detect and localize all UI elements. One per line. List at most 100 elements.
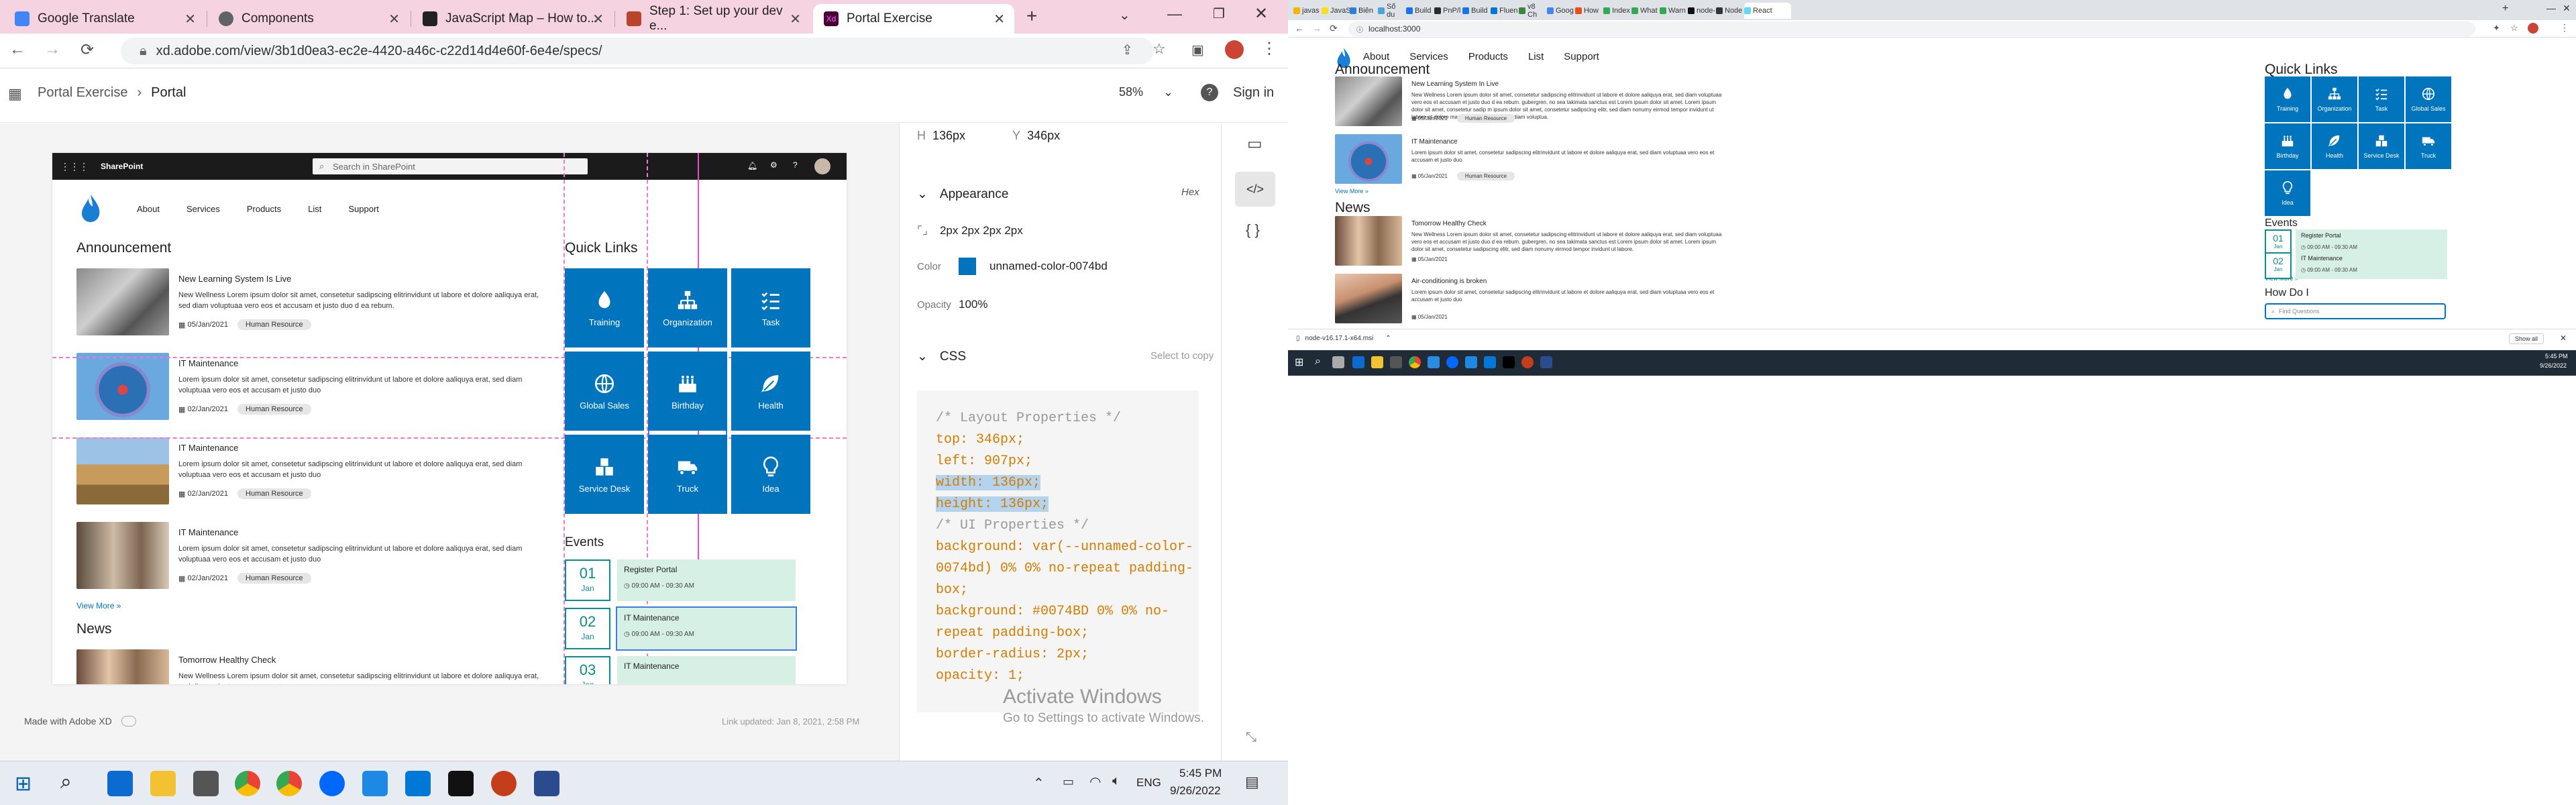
- artboard-portal[interactable]: ⋮⋮⋮ SharePoint ⌕ Search in SharePoint 🔔︎ …: [52, 153, 847, 684]
- tray-chevron-icon[interactable]: ⌃: [1033, 775, 1044, 792]
- zalo-icon[interactable]: [319, 771, 345, 796]
- search-app-icon[interactable]: [1465, 356, 1477, 368]
- announcement-card[interactable]: IT Maintenance Lorem ipsum dolor sit ame…: [1335, 134, 1751, 188]
- browser-tab[interactable]: Số du: [1378, 3, 1405, 19]
- browser-tab[interactable]: Build: [1462, 3, 1489, 19]
- windows-start-icon[interactable]: ⊞: [1295, 356, 1303, 369]
- powerpoint-icon[interactable]: [1521, 356, 1534, 368]
- browser-tab[interactable]: Index: [1603, 3, 1630, 19]
- clock-date[interactable]: 9/26/2022: [1170, 784, 1221, 798]
- quick-link-training[interactable]: Training: [2265, 76, 2310, 122]
- event-title[interactable]: IT Maintenance: [2301, 255, 2343, 262]
- card-tag[interactable]: Human Resource: [237, 488, 311, 499]
- show-all-button[interactable]: Show all: [2509, 333, 2544, 344]
- browser-tab[interactable]: What: [1631, 3, 1658, 19]
- find-questions-input[interactable]: ⌕ Find Questions: [2265, 303, 2446, 319]
- quick-link-truck[interactable]: Truck: [2406, 123, 2451, 169]
- event-item[interactable]: 02 Jan IT Maintenance ◷ 09:00 AM - 09:30 AM: [565, 606, 806, 651]
- quick-link-task[interactable]: Task: [731, 268, 810, 347]
- quick-link-health[interactable]: Health: [731, 352, 810, 431]
- task-view-icon[interactable]: [1332, 356, 1344, 368]
- card-title[interactable]: IT Maintenance: [1411, 138, 1458, 146]
- tab-portal-exercise[interactable]: Xd Portal Exercise ✕: [813, 4, 1014, 34]
- browser-tab[interactable]: Biên: [1350, 3, 1377, 19]
- clock-time[interactable]: 5:45 PM: [2545, 353, 2568, 360]
- photos-icon[interactable]: [1428, 356, 1440, 368]
- resize-handle-icon[interactable]: ⤡: [1246, 730, 1256, 745]
- powershell-icon[interactable]: [1540, 356, 1552, 368]
- news-card[interactable]: Tomorrow Healthy Check New Wellness Lore…: [1335, 216, 1751, 270]
- share-icon[interactable]: ⇪: [1122, 42, 1133, 58]
- search-app-icon[interactable]: [362, 771, 388, 796]
- restore-icon[interactable]: ❐: [1213, 5, 1225, 22]
- profile-avatar[interactable]: [2528, 23, 2538, 34]
- card-tag[interactable]: Human Resource: [237, 404, 311, 415]
- close-tab-icon[interactable]: ✕: [388, 11, 400, 28]
- quick-link-truck[interactable]: Truck: [648, 435, 727, 514]
- event-title[interactable]: Register Portal: [624, 565, 677, 574]
- browser-tab[interactable]: Goog: [1547, 3, 1574, 19]
- powerpoint-icon[interactable]: [491, 771, 517, 796]
- close-download-bar-icon[interactable]: ✕: [2560, 333, 2567, 343]
- nav-products[interactable]: Products: [247, 204, 281, 214]
- quick-link-task[interactable]: Task: [2359, 76, 2404, 122]
- event-item[interactable]: 01 Jan Register Portal ◷ 09:00 AM - 09:30 A…: [565, 559, 806, 601]
- quick-link-health[interactable]: Health: [2312, 123, 2357, 169]
- browser-tab[interactable]: node-: [1688, 3, 1715, 19]
- notification-icon[interactable]: ▤: [1245, 773, 1259, 791]
- chrome-icon[interactable]: [276, 771, 302, 796]
- event-title[interactable]: Register Portal: [2301, 232, 2341, 239]
- quick-link-global-sales[interactable]: Global Sales: [565, 352, 644, 431]
- help-icon[interactable]: ?: [1201, 84, 1218, 101]
- card-title[interactable]: IT Maintenance: [178, 443, 238, 453]
- view-more-link[interactable]: View More »: [1335, 188, 1368, 195]
- tab-setup-dev[interactable]: Step 1: Set up your dev e... ✕: [616, 4, 810, 34]
- zoom-select[interactable]: 58% ⌄: [1119, 85, 1173, 99]
- file-explorer-icon[interactable]: [150, 771, 176, 796]
- announcement-card[interactable]: New Learning System In Live New Wellness…: [1335, 76, 1751, 130]
- close-tab-icon[interactable]: ✕: [994, 11, 1005, 28]
- announcement-card[interactable]: IT Maintenance Lorem ipsum dolor sit ame…: [76, 522, 546, 596]
- terminal-icon[interactable]: [448, 771, 474, 796]
- profile-avatar[interactable]: [1225, 40, 1244, 59]
- close-tab-icon[interactable]: ✕: [790, 11, 801, 28]
- card-tag[interactable]: Human Resource: [1456, 114, 1515, 123]
- forward-icon[interactable]: →: [44, 40, 60, 59]
- vscode-icon[interactable]: [1484, 356, 1496, 368]
- browser-tab[interactable]: Fluen: [1491, 3, 1518, 19]
- event-title[interactable]: IT Maintenance: [624, 613, 680, 623]
- nav-services[interactable]: Services: [1409, 51, 1448, 62]
- quick-link-birthday[interactable]: Birthday: [2265, 123, 2310, 169]
- card-title[interactable]: Tomorrow Healthy Check: [178, 655, 276, 665]
- card-tag[interactable]: Human Resource: [237, 573, 311, 584]
- forward-icon[interactable]: →: [1312, 23, 1322, 34]
- download-item[interactable]: ▯ node-v16.17.1-x64.msi ⌃: [1296, 335, 1391, 342]
- store-icon[interactable]: [1390, 356, 1402, 368]
- news-card[interactable]: Air-conditioning is broken Lorem ipsum d…: [1335, 274, 1751, 327]
- sign-in-link[interactable]: Sign in: [1233, 85, 1274, 101]
- url-field[interactable]: ⓘ localhost:3000: [1348, 21, 2475, 36]
- windows-start-icon[interactable]: ⊞: [15, 772, 32, 796]
- powershell-icon[interactable]: [534, 771, 559, 796]
- extensions-icon[interactable]: ✦: [2493, 23, 2500, 34]
- tab-javascript-map[interactable]: JavaScript Map – How to... ✕: [412, 4, 613, 34]
- zalo-icon[interactable]: [1446, 356, 1458, 368]
- browser-tab[interactable]: How: [1575, 3, 1602, 19]
- menu-dots-icon[interactable]: ⋮: [1261, 39, 1277, 58]
- reload-icon[interactable]: ⟳: [1330, 23, 1338, 34]
- card-tag[interactable]: Human Resource: [237, 319, 311, 330]
- event-item[interactable]: 02 Jan IT Maintenance ◷ 09:00 AM - 09:30 AM: [2265, 252, 2447, 279]
- chrome-icon[interactable]: [235, 771, 260, 796]
- vscode-icon[interactable]: [405, 771, 431, 796]
- back-icon[interactable]: ←: [1295, 23, 1304, 34]
- card-title[interactable]: IT Maintenance: [178, 358, 238, 368]
- quick-link-organization[interactable]: Organization: [648, 268, 727, 347]
- minimize-icon[interactable]: —: [2546, 3, 2556, 13]
- css-code-block[interactable]: /* Layout Properties */ top: 346px; left: …: [917, 390, 1199, 712]
- minimize-icon[interactable]: —: [1167, 5, 1182, 23]
- new-tab-icon[interactable]: +: [2502, 3, 2508, 15]
- edge-icon[interactable]: [1352, 356, 1364, 368]
- nav-products[interactable]: Products: [1468, 51, 1508, 62]
- announcement-card[interactable]: IT Maintenance Lorem ipsum dolor sit ame…: [76, 353, 546, 427]
- nav-list[interactable]: List: [1528, 51, 1544, 62]
